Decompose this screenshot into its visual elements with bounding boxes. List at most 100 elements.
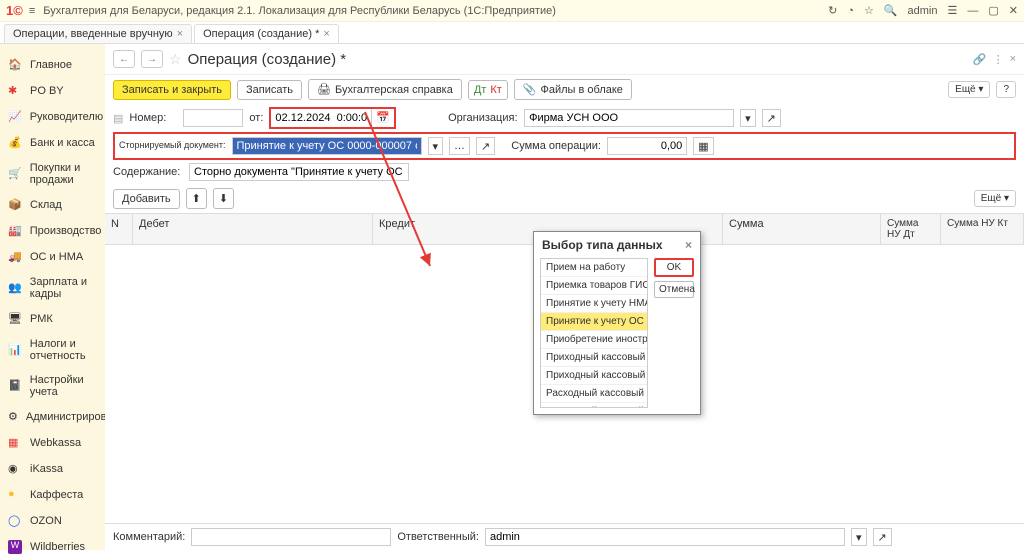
kaffesta-icon: ●: [8, 488, 22, 502]
home-icon: 🏠: [8, 58, 22, 72]
cancel-button[interactable]: Отмена: [654, 281, 694, 298]
storno-dropdown-icon[interactable]: ▾: [428, 137, 444, 155]
save-close-button[interactable]: Записать и закрыть: [113, 80, 231, 100]
close-icon[interactable]: ×: [1010, 53, 1016, 65]
move-up-button[interactable]: ⬆: [186, 188, 207, 209]
sidebar-item-webkassa[interactable]: ▦Webkassa: [0, 430, 105, 456]
calc-icon[interactable]: ▦: [693, 137, 713, 155]
sidebar-item-poby[interactable]: ✱PO BY: [0, 78, 105, 104]
menu-icon[interactable]: ≡: [29, 5, 35, 17]
type-list-item[interactable]: Принятие к учету ОС: [541, 313, 647, 331]
type-list[interactable]: Прием на работуПриемка товаров ГИС ЭЗПри…: [540, 258, 648, 408]
add-row-button[interactable]: Добавить: [113, 189, 180, 209]
number-label: Номер:: [129, 112, 177, 124]
files-button[interactable]: 📎Файлы в облаке: [514, 79, 632, 100]
settings-icon[interactable]: ☰: [948, 4, 958, 17]
more-button[interactable]: Ещё ▾: [948, 81, 990, 98]
close-window-icon[interactable]: ✕: [1009, 4, 1018, 17]
ikassa-icon: ◉: [8, 462, 22, 476]
sidebar-item-warehouse[interactable]: 📦Склад: [0, 192, 105, 218]
history-icon[interactable]: ◔: [847, 5, 854, 17]
sidebar-item-ikassa[interactable]: ◉iKassa: [0, 456, 105, 482]
sidebar-item-tax[interactable]: 📊Налоги и отчетность: [0, 332, 105, 368]
org-dropdown-icon[interactable]: ▾: [740, 109, 756, 127]
date-input[interactable]: [271, 109, 371, 127]
kebab-icon[interactable]: ⋮: [993, 53, 1004, 66]
table-more-button[interactable]: Ещё ▾: [974, 190, 1016, 207]
ok-button[interactable]: OK: [654, 258, 694, 277]
type-list-item[interactable]: Приемка товаров ГИС ЭЗ: [541, 277, 647, 295]
resp-input[interactable]: [485, 528, 845, 546]
type-list-item[interactable]: Приобретение иностранной в...: [541, 331, 647, 349]
favorite-icon[interactable]: ☆: [169, 51, 182, 68]
close-icon[interactable]: ×: [323, 28, 329, 40]
sidebar-item-settings[interactable]: 📓Настройки учета: [0, 368, 105, 404]
storno-input[interactable]: [232, 137, 422, 155]
resp-open-icon[interactable]: ↗: [873, 528, 892, 546]
sidebar-item-wildberries[interactable]: WWildberries: [0, 534, 105, 560]
type-list-item[interactable]: Расходный кассовый ордер: [541, 385, 647, 403]
comment-input[interactable]: [191, 528, 391, 546]
org-open-icon[interactable]: ↗: [762, 109, 781, 127]
content-label: Содержание:: [113, 166, 183, 178]
ozon-icon: ◯: [8, 514, 22, 528]
sidebar-item-ozon[interactable]: ◯OZON: [0, 508, 105, 534]
sidebar-item-rmk[interactable]: 🖥РМК: [0, 306, 105, 332]
forward-button[interactable]: →: [141, 50, 163, 68]
sidebar-item-sales[interactable]: 🛒Покупки и продажи: [0, 156, 105, 192]
org-label: Организация:: [448, 112, 518, 124]
sidebar-item-kaffesta[interactable]: ●Каффеста: [0, 482, 105, 508]
link-icon[interactable]: 🔗: [973, 53, 987, 66]
type-list-item[interactable]: Расходный кассовый ордер ...: [541, 403, 647, 408]
calendar-icon[interactable]: 📅: [371, 109, 394, 127]
type-list-item[interactable]: Приходный кассовый ордер ...: [541, 367, 647, 385]
refresh-icon[interactable]: ↻: [828, 4, 837, 17]
date-prefix: от:: [249, 112, 263, 124]
sidebar-item-main[interactable]: 🏠Главное: [0, 52, 105, 78]
page-title: Операция (создание) *: [188, 51, 347, 68]
help-button[interactable]: ?: [996, 81, 1016, 98]
dkt-button[interactable]: ДтКт: [468, 80, 508, 100]
maximize-icon[interactable]: ▢: [988, 4, 998, 17]
storno-ellipsis-icon[interactable]: …: [449, 137, 470, 155]
resp-dropdown-icon[interactable]: ▾: [851, 528, 867, 546]
sidebar-item-bank[interactable]: 💰Банк и касса: [0, 130, 105, 156]
sidebar-item-os[interactable]: 🚚ОС и НМА: [0, 244, 105, 270]
save-button[interactable]: Записать: [237, 80, 302, 100]
col-n: N: [105, 214, 133, 244]
sum-input[interactable]: [607, 137, 687, 155]
warehouse-icon: 📦: [8, 198, 22, 212]
tab-operation-create[interactable]: Операция (создание) * ×: [194, 24, 339, 43]
user-label: admin: [908, 5, 938, 17]
col-debit: Дебет: [133, 214, 373, 244]
number-input[interactable]: [183, 109, 243, 127]
book-icon: 📓: [8, 379, 22, 393]
sidebar-item-production[interactable]: 🏭Производство: [0, 218, 105, 244]
tab-operations-list[interactable]: Операции, введенные вручную ×: [4, 24, 192, 43]
favorite-icon[interactable]: ☆: [864, 4, 874, 17]
sidebar-item-salary[interactable]: 👥Зарплата и кадры: [0, 270, 105, 306]
back-button[interactable]: ←: [113, 50, 135, 68]
print-icon: 🖨: [317, 83, 331, 96]
storno-open-icon[interactable]: ↗: [476, 137, 495, 155]
minimize-icon[interactable]: —: [967, 5, 978, 17]
clip-icon: 📎: [523, 83, 537, 96]
webkassa-icon: ▦: [8, 436, 22, 450]
close-icon[interactable]: ×: [685, 238, 692, 252]
search-icon[interactable]: 🔍: [884, 4, 898, 17]
lock-icon: ▤: [113, 112, 123, 125]
sidebar-item-manager[interactable]: 📈Руководителю: [0, 104, 105, 130]
sidebar-item-admin[interactable]: ⚙Администрирование: [0, 404, 105, 430]
bank-icon: 💰: [8, 136, 22, 150]
gear-icon: ⚙: [8, 410, 18, 424]
type-picker-dialog: Выбор типа данных × Прием на работуПрием…: [533, 231, 701, 415]
close-icon[interactable]: ×: [177, 28, 183, 40]
type-list-item[interactable]: Принятие к учету НМА: [541, 295, 647, 313]
type-list-item[interactable]: Приходный кассовый ордер: [541, 349, 647, 367]
print-button[interactable]: 🖨Бухгалтерская справка: [308, 79, 462, 100]
content-input[interactable]: [189, 163, 409, 181]
move-down-button[interactable]: ⬇: [213, 188, 234, 209]
comment-label: Комментарий:: [113, 531, 185, 543]
type-list-item[interactable]: Прием на работу: [541, 259, 647, 277]
org-input[interactable]: [524, 109, 734, 127]
